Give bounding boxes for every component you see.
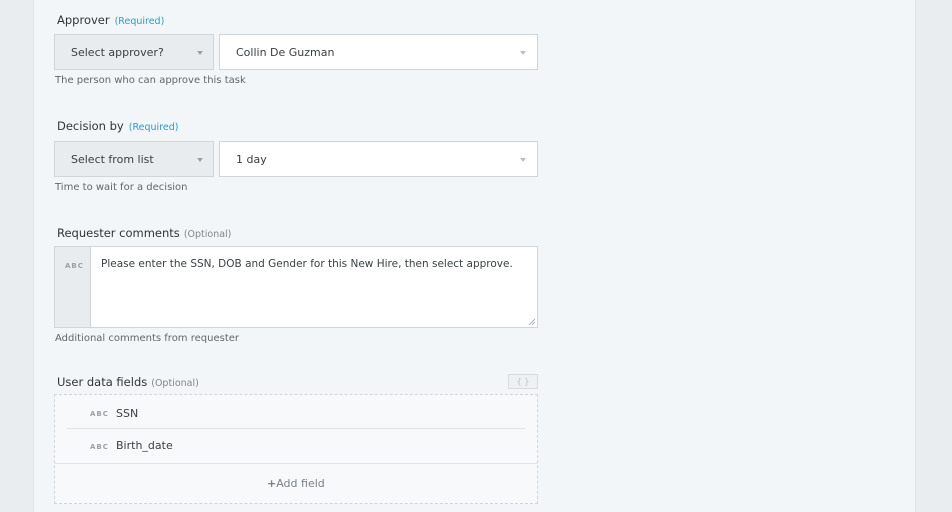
text-type-gutter: ABC — [55, 247, 91, 327]
requester-comments-hint: Additional comments from requester — [55, 333, 240, 344]
add-field-divider — [55, 463, 537, 464]
decision-by-label-text: Decision by — [57, 119, 124, 133]
requester-comments-label-text: Requester comments — [57, 226, 180, 240]
decision-by-label: Decision by (Required) — [57, 119, 178, 133]
decision-by-hint: Time to wait for a decision — [55, 182, 188, 193]
field-row[interactable]: ABC Birth_date — [67, 429, 525, 462]
approver-hint: The person who can approve this task — [55, 75, 246, 86]
field-row[interactable]: ABC SSN — [67, 395, 525, 428]
form-panel: Approver (Required) Select approver? Coll… — [33, 0, 916, 512]
requester-comments-label: Requester comments (Optional) — [57, 226, 231, 240]
user-data-fields-label: User data fields (Optional) — [57, 375, 199, 389]
decision-by-mode-select[interactable]: Select from list — [54, 141, 214, 177]
requester-comments-optional-tag: (Optional) — [183, 229, 232, 240]
resize-handle-icon[interactable] — [528, 318, 535, 325]
requester-comments-text: Please enter the SSN, DOB and Gender for… — [101, 258, 513, 270]
abc-icon: ABC — [65, 262, 84, 270]
abc-icon: ABC — [90, 443, 109, 451]
approver-select-value: Collin De Guzman — [236, 45, 335, 59]
chevron-down-icon — [197, 51, 203, 55]
user-data-fields-optional-tag: (Optional) — [151, 378, 199, 389]
braces-icon: { } — [516, 377, 530, 386]
plus-icon: + — [267, 477, 277, 490]
chevron-down-icon — [197, 158, 203, 162]
approver-label-text: Approver — [57, 13, 110, 27]
abc-icon: ABC — [90, 410, 109, 418]
user-data-fields-label-text: User data fields — [57, 375, 148, 389]
approver-select[interactable]: Collin De Guzman — [219, 34, 538, 70]
add-field-label: Add field — [276, 477, 325, 490]
requester-comments-textarea[interactable]: ABC Please enter the SSN, DOB and Gender… — [54, 246, 538, 328]
user-data-fields-box: ABC SSN ABC Birth_date +Add field — [54, 394, 538, 504]
chevron-down-icon — [520, 158, 526, 162]
approver-label: Approver (Required) — [57, 13, 164, 27]
field-name: SSN — [116, 407, 139, 420]
formula-toggle-button[interactable]: { } — [508, 374, 538, 389]
decision-by-select-value: 1 day — [236, 152, 267, 166]
decision-by-mode-select-text: Select from list — [71, 152, 154, 166]
field-name: Birth_date — [116, 439, 173, 452]
approver-mode-select[interactable]: Select approver? — [54, 34, 214, 70]
add-field-button[interactable]: +Add field — [267, 477, 325, 490]
decision-by-required-tag: (Required) — [128, 122, 179, 133]
approver-required-tag: (Required) — [114, 16, 165, 27]
decision-by-select[interactable]: 1 day — [219, 141, 538, 177]
approver-mode-select-text: Select approver? — [71, 45, 164, 59]
chevron-down-icon — [520, 51, 526, 55]
